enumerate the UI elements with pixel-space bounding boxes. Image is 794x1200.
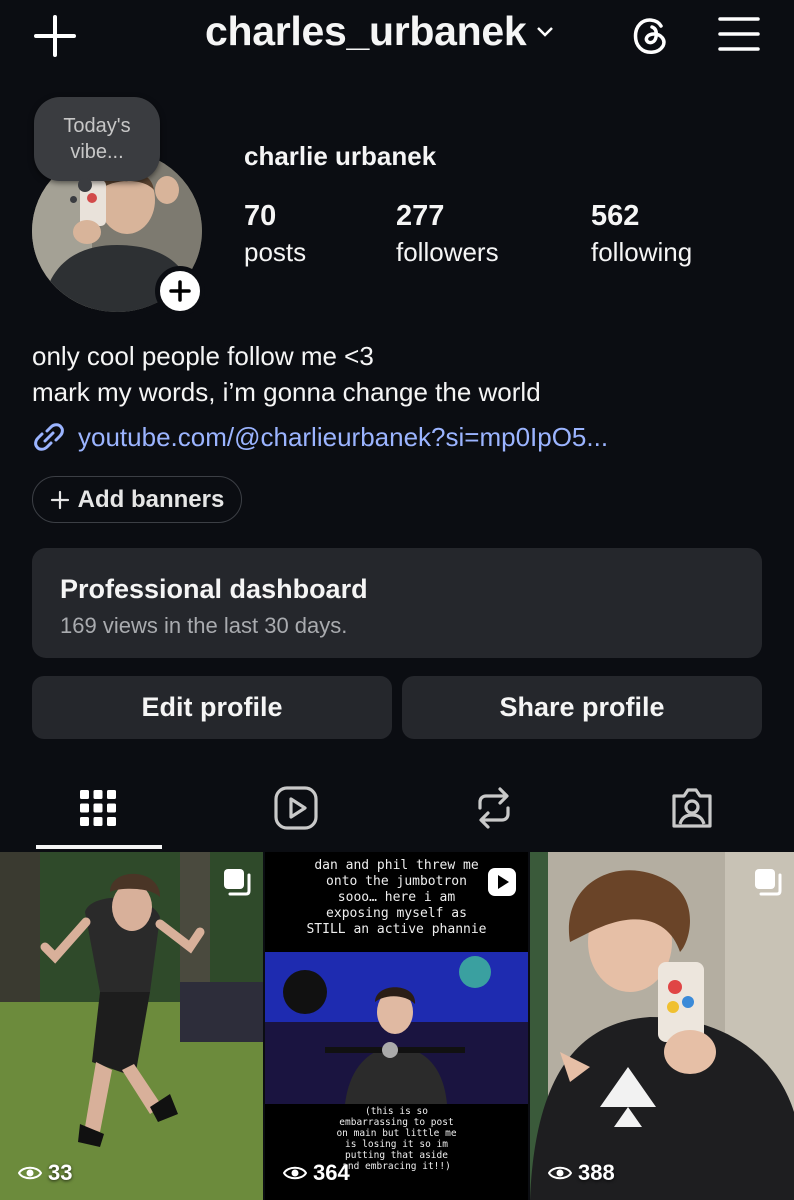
username-heading: charles_urbanek (205, 8, 527, 54)
post-image (265, 952, 528, 1104)
carousel-icon (224, 869, 251, 896)
repost-icon (478, 787, 510, 829)
hamburger-menu-icon (718, 17, 760, 51)
post-image (0, 852, 263, 1200)
following-label: following (591, 237, 693, 267)
carousel-icon (755, 869, 782, 896)
active-tab-indicator (36, 845, 162, 849)
note-bubble[interactable]: Today's vibe... (34, 97, 160, 181)
eye-icon (283, 1166, 307, 1180)
plus-icon (169, 280, 191, 302)
dashboard-title: Professional dashboard (60, 574, 368, 604)
threads-icon (633, 18, 666, 54)
share-profile-button[interactable]: Share profile (402, 676, 762, 739)
grid-icon (80, 790, 116, 826)
bio-line: mark my words, i’m gonna change the worl… (32, 377, 541, 407)
tab-reposts[interactable] (464, 780, 524, 836)
posts-label: posts (244, 237, 307, 267)
note-bubble-tail (78, 178, 92, 192)
following-stat[interactable]: 562 following (591, 200, 692, 268)
menu-button[interactable] (716, 14, 762, 54)
video-icon (488, 868, 516, 896)
reels-icon (274, 786, 318, 830)
tab-posts-grid[interactable] (68, 780, 128, 836)
profile-link[interactable]: youtube.com/@charlieurbanek?si=mp0IpO5..… (32, 420, 608, 454)
plus-icon (50, 490, 69, 509)
followers-label: followers (396, 237, 499, 267)
bio-line: only cool people follow me <3 (32, 341, 374, 371)
chevron-down-icon (537, 26, 554, 37)
edit-profile-button[interactable]: Edit profile (32, 676, 392, 739)
full-name: charlie urbanek (244, 141, 437, 171)
account-switcher[interactable]: charles_urbanek (205, 8, 554, 55)
tab-reels[interactable] (266, 780, 326, 836)
post-tile[interactable]: 33 (0, 852, 263, 1200)
followers-stat[interactable]: 277 followers (396, 200, 499, 268)
professional-dashboard-card[interactable]: Professional dashboard 169 views in the … (32, 548, 762, 658)
view-count: 33 (18, 1160, 72, 1186)
note-bubble-tail-small (70, 196, 77, 203)
bio: only cool people follow me <3 mark my wo… (32, 338, 541, 410)
profile-link-text: youtube.com/@charlieurbanek?si=mp0IpO5..… (78, 421, 609, 452)
post-image (530, 852, 794, 1200)
view-count: 364 (283, 1160, 350, 1186)
view-count: 388 (548, 1160, 615, 1186)
add-banners-button[interactable]: Add banners (32, 476, 242, 523)
link-icon (34, 423, 64, 451)
add-banners-label: Add banners (77, 485, 225, 513)
following-count: 562 (591, 200, 640, 232)
post-tile[interactable]: dan and phil threw me onto the jumbotron… (265, 852, 528, 1200)
dashboard-subtitle: 169 views in the last 30 days. (60, 613, 348, 638)
threads-button[interactable] (628, 12, 674, 58)
post-tile[interactable]: 388 (530, 852, 794, 1200)
view-count-value: 33 (48, 1160, 73, 1185)
view-count-value: 388 (578, 1160, 615, 1185)
posts-stat[interactable]: 70 posts (244, 200, 306, 268)
followers-count: 277 (396, 200, 445, 232)
plus-icon (34, 15, 76, 57)
create-button[interactable] (30, 14, 80, 58)
posts-count: 70 (244, 200, 277, 232)
add-story-button[interactable] (155, 266, 205, 316)
view-count-value: 364 (313, 1160, 350, 1185)
tagged-icon (672, 788, 712, 828)
eye-icon (548, 1166, 572, 1180)
tab-tagged[interactable] (662, 780, 722, 836)
eye-icon (18, 1166, 42, 1180)
